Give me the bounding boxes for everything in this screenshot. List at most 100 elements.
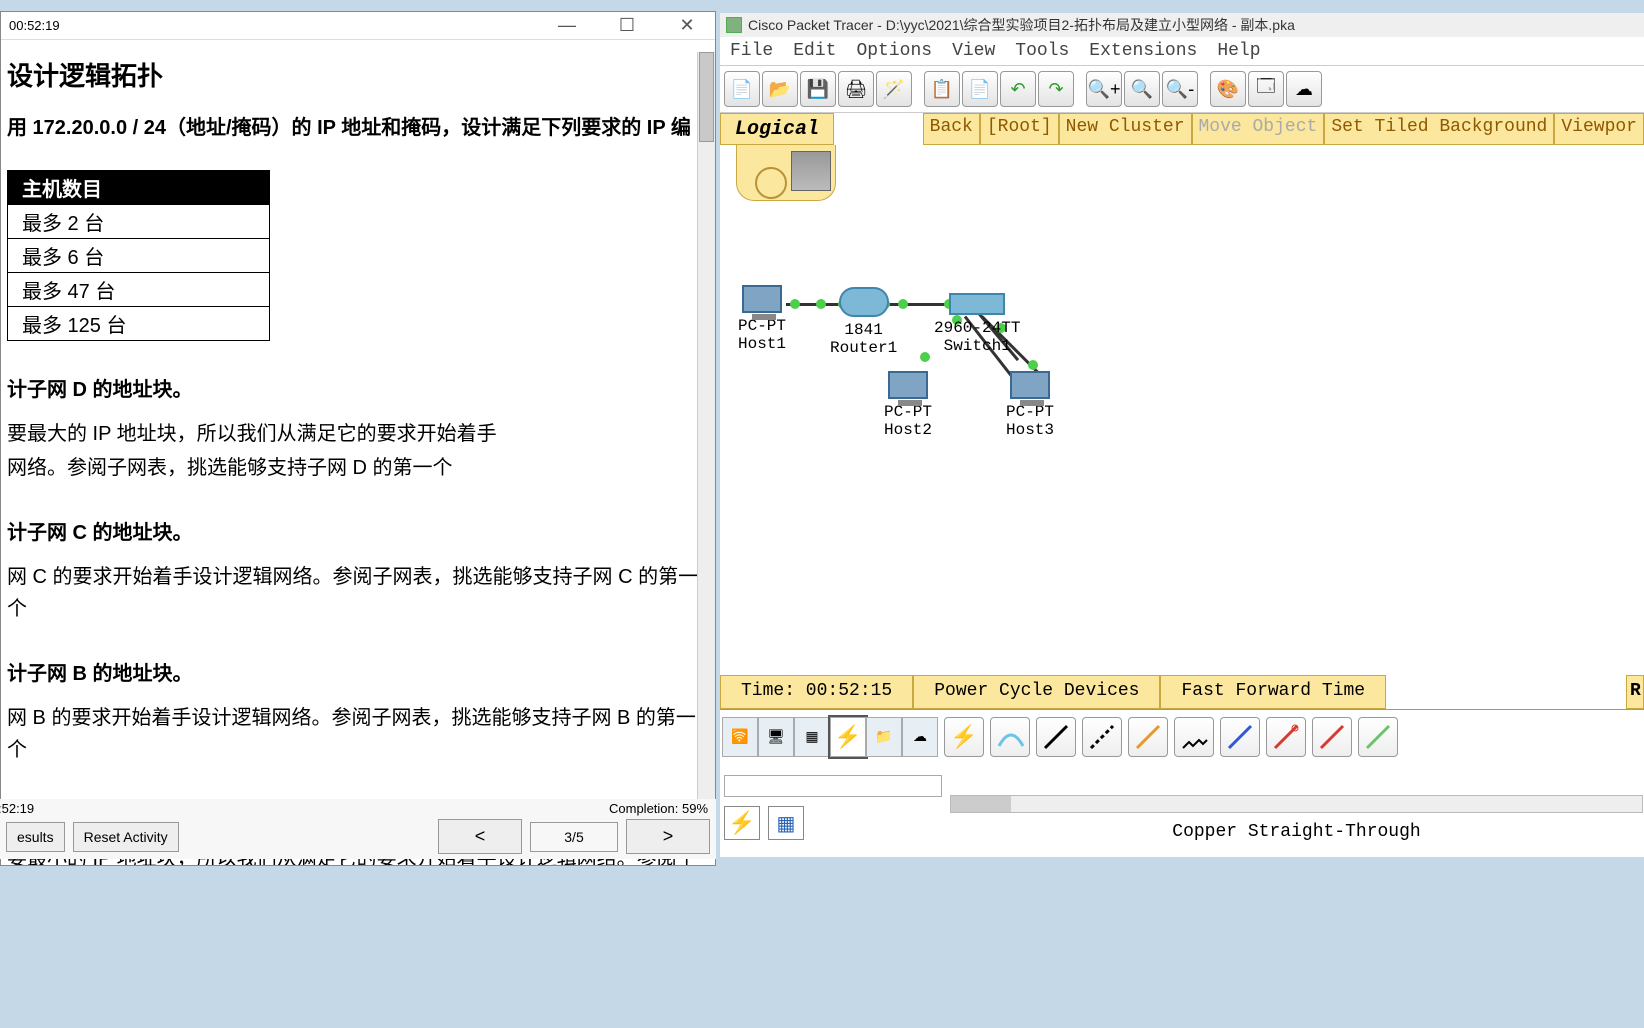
menu-tools[interactable]: Tools (1015, 41, 1069, 61)
wizard-icon[interactable]: 🪄 (876, 71, 912, 107)
prev-page-button[interactable]: < (438, 819, 522, 854)
tiled-bg-button[interactable]: Set Tiled Background (1324, 113, 1554, 145)
link-dot (790, 299, 800, 309)
subnet-c-text: 网 C 的要求开始着手设计逻辑网络。参阅子网表，挑选能够支持子网 C 的第一个 (7, 561, 707, 625)
open-file-icon[interactable]: 📂 (762, 71, 798, 107)
device-host3[interactable]: PC-PT Host3 (1006, 371, 1054, 440)
scenario-lightning-icon[interactable]: ⚡ (724, 806, 760, 840)
zoom-in-icon[interactable]: 🔍+ (1086, 71, 1122, 107)
wan-category-icon[interactable]: ☁ (902, 717, 938, 757)
back-button[interactable]: Back (923, 113, 980, 145)
new-file-icon[interactable]: 📄 (724, 71, 760, 107)
table-row: 最多 47 台 (8, 273, 270, 307)
hubs-category-icon[interactable]: ▦ (794, 717, 830, 757)
scenario-grid-icon[interactable]: ▦ (768, 806, 804, 840)
console-cable-icon[interactable] (990, 717, 1030, 757)
switches-category-icon[interactable]: 🖥 (758, 717, 794, 757)
connection-scrollbar[interactable] (950, 795, 1643, 813)
copper-cross-icon[interactable] (1082, 717, 1122, 757)
reset-activity-button[interactable]: Reset Activity (73, 822, 179, 852)
pc-icon (1010, 371, 1050, 399)
cloud-icon[interactable]: ☁ (1286, 71, 1322, 107)
fast-forward-button[interactable]: Fast Forward Time (1160, 675, 1386, 709)
redo-icon[interactable]: ↷ (1038, 71, 1074, 107)
palette-icon[interactable]: 🎨 (1210, 71, 1246, 107)
device-host1[interactable]: PC-PT Host1 (738, 285, 786, 354)
routers-category-icon[interactable]: 🛜 (722, 717, 758, 757)
document-body: 设计逻辑拓扑 用 172.20.0.0 / 24（地址/掩码）的 IP 地址和掩… (1, 40, 715, 865)
print-icon[interactable]: 🖨 (838, 71, 874, 107)
zoom-reset-icon[interactable]: 🔍 (1124, 71, 1160, 107)
link-dot (816, 299, 826, 309)
pc-icon (742, 285, 782, 313)
menu-view[interactable]: View (952, 41, 995, 61)
subnet-d-text: 要最大的 IP 地址块，所以我们从满足它的要求开始着手 (7, 418, 707, 450)
device-host2[interactable]: PC-PT Host2 (884, 371, 932, 440)
device-label: 2960-24TT (934, 319, 1020, 337)
zoom-out-icon[interactable]: 🔍- (1162, 71, 1198, 107)
serial-dce-icon[interactable] (1266, 717, 1306, 757)
workspace-bar: Logical Back [Root] New Cluster Move Obj… (720, 113, 1644, 145)
next-page-button[interactable]: > (626, 819, 710, 854)
auto-connection-icon[interactable]: ⚡ (944, 717, 984, 757)
dialog-icon[interactable]: 🗔 (1248, 71, 1284, 107)
pt-titlebar: Cisco Packet Tracer - D:\yyc\2021\综合型实验项… (720, 13, 1644, 37)
connection-type-label: Copper Straight-Through (950, 816, 1643, 842)
realtime-toggle[interactable]: R (1626, 675, 1644, 709)
subnet-b-text: 网 B 的要求开始着手设计逻辑网络。参阅子网表，挑选能够支持子网 B 的第一个 (7, 702, 707, 766)
vertical-scrollbar[interactable] (697, 52, 715, 812)
link-dot (1028, 360, 1038, 370)
fiber-cable-icon[interactable] (1128, 717, 1168, 757)
root-button[interactable]: [Root] (980, 113, 1059, 145)
phone-cable-icon[interactable] (1174, 717, 1214, 757)
main-toolbar: 📄 📂 💾 🖨 🪄 📋 📄 ↶ ↷ 🔍+ 🔍 🔍- 🎨 🗔 ☁ (720, 65, 1644, 113)
close-icon[interactable]: ✕ (667, 15, 707, 36)
table-header: 主机数目 (8, 171, 270, 205)
subnet-b-heading: 计子网 B 的地址块。 (7, 657, 707, 686)
viewport-button[interactable]: Viewpor (1554, 113, 1644, 145)
cluster-handle-icon[interactable] (736, 145, 836, 201)
connections-category-icon[interactable]: ⚡ (830, 717, 866, 757)
subnet-c-heading: 计子网 C 的地址块。 (7, 516, 707, 545)
device-switch1[interactable]: 2960-24TT Switch1 (934, 293, 1020, 356)
bottom-time: :52:19 (0, 801, 34, 816)
device-search-input[interactable] (724, 775, 942, 797)
menu-bar: File Edit Options View Tools Extensions … (720, 37, 1644, 65)
save-icon[interactable]: 💾 (800, 71, 836, 107)
device-category-tray: 🛜 🖥 ▦ ⚡ 📁 ☁ ⚡ (720, 709, 1644, 763)
menu-extensions[interactable]: Extensions (1089, 41, 1197, 61)
enddevices-category-icon[interactable]: 📁 (866, 717, 902, 757)
activity-window: 00:52:19 — ☐ ✕ 设计逻辑拓扑 用 172.20.0.0 / 24（… (0, 11, 716, 866)
router-icon (839, 287, 889, 317)
octal-cable-icon[interactable] (1358, 717, 1398, 757)
coax-cable-icon[interactable] (1220, 717, 1260, 757)
scenario-tray: ⚡ ▦ (724, 806, 804, 840)
logical-tab[interactable]: Logical (720, 113, 834, 145)
menu-options[interactable]: Options (856, 41, 932, 61)
menu-help[interactable]: Help (1217, 41, 1260, 61)
titlebar-time: 00:52:19 (9, 18, 60, 33)
copy-icon[interactable]: 📋 (924, 71, 960, 107)
device-label: Host3 (1006, 421, 1054, 439)
link-dot (920, 352, 930, 362)
check-results-button[interactable]: esults (6, 822, 65, 852)
power-cycle-button[interactable]: Power Cycle Devices (913, 675, 1160, 709)
intro-paragraph: 用 172.20.0.0 / 24（地址/掩码）的 IP 地址和掩码，设计满足下… (7, 111, 707, 145)
undo-icon[interactable]: ↶ (1000, 71, 1036, 107)
topology-canvas[interactable]: PC-PT Host1 1841 Router1 2960-24TT Switc… (720, 145, 1644, 675)
page-indicator: 3/5 (530, 822, 618, 852)
serial-dte-icon[interactable] (1312, 717, 1352, 757)
new-cluster-button[interactable]: New Cluster (1059, 113, 1192, 145)
realtime-bar: Time: 00:52:15 Power Cycle Devices Fast … (720, 675, 1644, 709)
device-router1[interactable]: 1841 Router1 (830, 287, 897, 358)
table-row: 最多 125 台 (8, 307, 270, 341)
menu-edit[interactable]: Edit (793, 41, 836, 61)
minimize-icon[interactable]: — (547, 15, 587, 36)
paste-icon[interactable]: 📄 (962, 71, 998, 107)
copper-straight-icon[interactable] (1036, 717, 1076, 757)
device-label: Host2 (884, 421, 932, 439)
menu-file[interactable]: File (730, 41, 773, 61)
maximize-icon[interactable]: ☐ (607, 15, 647, 36)
move-object-button[interactable]: Move Object (1192, 113, 1325, 145)
table-row: 最多 6 台 (8, 239, 270, 273)
